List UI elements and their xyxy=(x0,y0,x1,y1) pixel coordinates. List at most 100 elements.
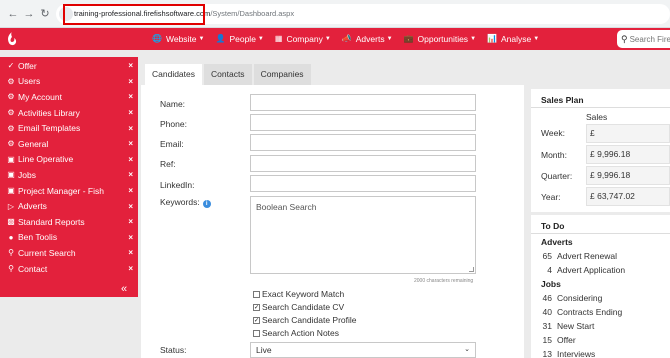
sidebar-item-general[interactable]: ⚙ General × xyxy=(0,136,138,152)
global-search-input[interactable] xyxy=(629,34,670,44)
checkbox-label: Search Candidate Profile xyxy=(262,315,357,325)
nav-website[interactable]: 🌐 Website ▼ xyxy=(152,28,204,50)
sidebar-item-label: My Account xyxy=(18,91,62,102)
todo-title: To Do xyxy=(541,221,565,231)
search-candidate-profile-checkbox[interactable]: ✓ Search Candidate Profile xyxy=(253,315,357,325)
sidebar-item-current-search[interactable]: ⚲ Current Search × xyxy=(0,245,138,261)
sidebar-item-label: Adverts xyxy=(18,201,47,212)
briefcase-icon: ▣ xyxy=(7,186,15,196)
resize-handle-icon[interactable] xyxy=(469,267,474,272)
close-icon[interactable]: × xyxy=(128,124,133,133)
todo-item-offer[interactable]: 15 Offer xyxy=(540,335,576,345)
week-value: £ xyxy=(586,124,670,143)
sidebar-item-label: Standard Reports xyxy=(18,216,85,227)
todo-item-advert-renewal[interactable]: 65 Advert Renewal xyxy=(540,251,617,261)
search-candidate-cv-checkbox[interactable]: ✓ Search Candidate CV xyxy=(253,302,344,312)
checkbox-box[interactable] xyxy=(253,290,260,298)
todo-item-interviews[interactable]: 13 Interviews xyxy=(540,349,596,358)
tab-candidates[interactable]: Candidates xyxy=(145,64,203,85)
nav-opportunities-label: Opportunities xyxy=(417,34,469,44)
caret-down-icon: ▼ xyxy=(533,36,540,42)
search-action-notes-checkbox[interactable]: Search Action Notes xyxy=(253,328,339,338)
linkedin-field[interactable] xyxy=(250,175,476,192)
keywords-textarea[interactable]: Boolean Search xyxy=(250,196,476,274)
close-icon[interactable]: × xyxy=(128,264,133,273)
sidebar-item-adverts[interactable]: ▷ Adverts × xyxy=(0,198,138,214)
nav-company[interactable]: ▦ Company ▼ xyxy=(275,28,331,50)
name-label: Name: xyxy=(160,99,186,109)
info-icon[interactable]: i xyxy=(202,200,211,208)
tab-companies[interactable]: Companies xyxy=(253,64,311,85)
year-label: Year: xyxy=(541,192,561,202)
checkbox-box[interactable] xyxy=(253,329,260,337)
close-icon[interactable]: × xyxy=(128,202,133,211)
sidebar-item-standard-reports[interactable]: ▩ Standard Reports × xyxy=(0,214,138,230)
close-icon[interactable]: × xyxy=(128,170,133,179)
caret-down-icon: ▼ xyxy=(324,36,331,42)
sidebar-item-ben-toolis[interactable]: ● Ben Toolis × xyxy=(0,230,138,246)
sidebar-item-jobs[interactable]: ▣ Jobs × xyxy=(0,167,138,183)
todo-item-advert-application[interactable]: 4 Advert Application xyxy=(540,265,625,275)
global-search[interactable]: ⚲ xyxy=(617,30,670,48)
close-icon[interactable]: × xyxy=(128,139,133,148)
nav-opportunities[interactable]: 💼 Opportunities ▼ xyxy=(404,28,476,50)
top-navigation: 🌐 Website ▼ 👤 People ▼ ▦ Company ▼ 📣 Adverts ▼ 💼… xyxy=(0,28,670,50)
nav-adverts[interactable]: 📣 Adverts ▼ xyxy=(342,28,393,50)
nav-analyse[interactable]: 📊 Analyse ▼ xyxy=(487,28,539,50)
firefish-logo[interactable] xyxy=(5,31,19,47)
reload-icon[interactable]: ↻ xyxy=(38,7,52,21)
url-path: /System/Dashboard.aspx xyxy=(210,9,295,18)
search-icon[interactable]: ⚲ xyxy=(621,34,628,45)
sidebar-item-users[interactable]: ⚙ Users × xyxy=(0,74,138,90)
close-icon[interactable]: × xyxy=(128,217,133,226)
ref-field[interactable] xyxy=(250,155,476,172)
close-icon[interactable]: × xyxy=(128,155,133,164)
characters-remaining: 2000 characters remaining xyxy=(414,278,474,284)
close-icon[interactable]: × xyxy=(128,77,133,86)
divider xyxy=(531,233,670,234)
back-arrow-icon[interactable]: ← xyxy=(6,7,20,21)
sidebar-item-contact[interactable]: ⚲ Contact × xyxy=(0,261,138,277)
gear-icon: ⚙ xyxy=(7,108,15,118)
sidebar-item-label: Ben Toolis xyxy=(18,232,58,243)
sidebar-item-offer[interactable]: ✓ Offer × xyxy=(0,58,138,74)
checkmark-icon[interactable]: ✓ xyxy=(253,316,260,324)
todo-item-considering[interactable]: 46 Considering xyxy=(540,293,603,303)
todo-item-new-start[interactable]: 31 New Start xyxy=(540,321,595,331)
sales-plan-title: Sales Plan xyxy=(541,95,584,105)
close-icon[interactable]: × xyxy=(128,61,133,70)
sidebar-item-label: Jobs xyxy=(18,169,36,180)
close-icon[interactable]: × xyxy=(128,92,133,101)
checkmark-icon[interactable]: ✓ xyxy=(253,303,260,311)
search-icon: ⚲ xyxy=(8,264,14,274)
tab-contacts[interactable]: Contacts xyxy=(204,64,252,85)
status-select[interactable]: Live ⌄ xyxy=(250,342,476,358)
bar-chart-icon: 📊 xyxy=(487,34,497,43)
caret-down-icon: ▼ xyxy=(386,36,393,42)
nav-company-label: Company xyxy=(286,34,323,44)
collapse-sidebar-icon[interactable]: « xyxy=(121,283,127,295)
exact-keyword-match-checkbox[interactable]: Exact Keyword Match xyxy=(253,289,344,299)
year-value: £ 63,747.02 xyxy=(586,187,670,206)
sidebar-item-project-manager[interactable]: ▣ Project Manager - Fish × xyxy=(0,183,138,199)
email-field[interactable] xyxy=(250,134,476,151)
sidebar-item-line-operative[interactable]: ▣ Line Operative × xyxy=(0,152,138,168)
close-icon[interactable]: × xyxy=(128,186,133,195)
todo-count: 4 xyxy=(547,265,552,275)
checkbox-label: Exact Keyword Match xyxy=(262,289,345,299)
sidebar-item-activities-library[interactable]: ⚙ Activities Library × xyxy=(0,105,138,121)
nav-people[interactable]: 👤 People ▼ xyxy=(215,28,263,50)
todo-section-jobs: Jobs xyxy=(541,279,561,289)
close-icon[interactable]: × xyxy=(128,248,133,257)
forward-arrow-icon[interactable]: → xyxy=(22,7,36,21)
gear-icon: ⚙ xyxy=(7,76,15,86)
sidebar-item-my-account[interactable]: ⚙ My Account × xyxy=(0,89,138,105)
close-icon[interactable]: × xyxy=(128,108,133,117)
close-icon[interactable]: × xyxy=(128,233,133,242)
phone-field[interactable] xyxy=(250,114,476,131)
todo-item-contracts-ending[interactable]: 40 Contracts Ending xyxy=(540,307,623,317)
quarter-label: Quarter: xyxy=(541,171,573,181)
sidebar-item-email-templates[interactable]: ⚙ Email Templates × xyxy=(0,120,138,136)
name-field[interactable] xyxy=(250,94,476,111)
gear-icon: ⚙ xyxy=(7,123,15,133)
